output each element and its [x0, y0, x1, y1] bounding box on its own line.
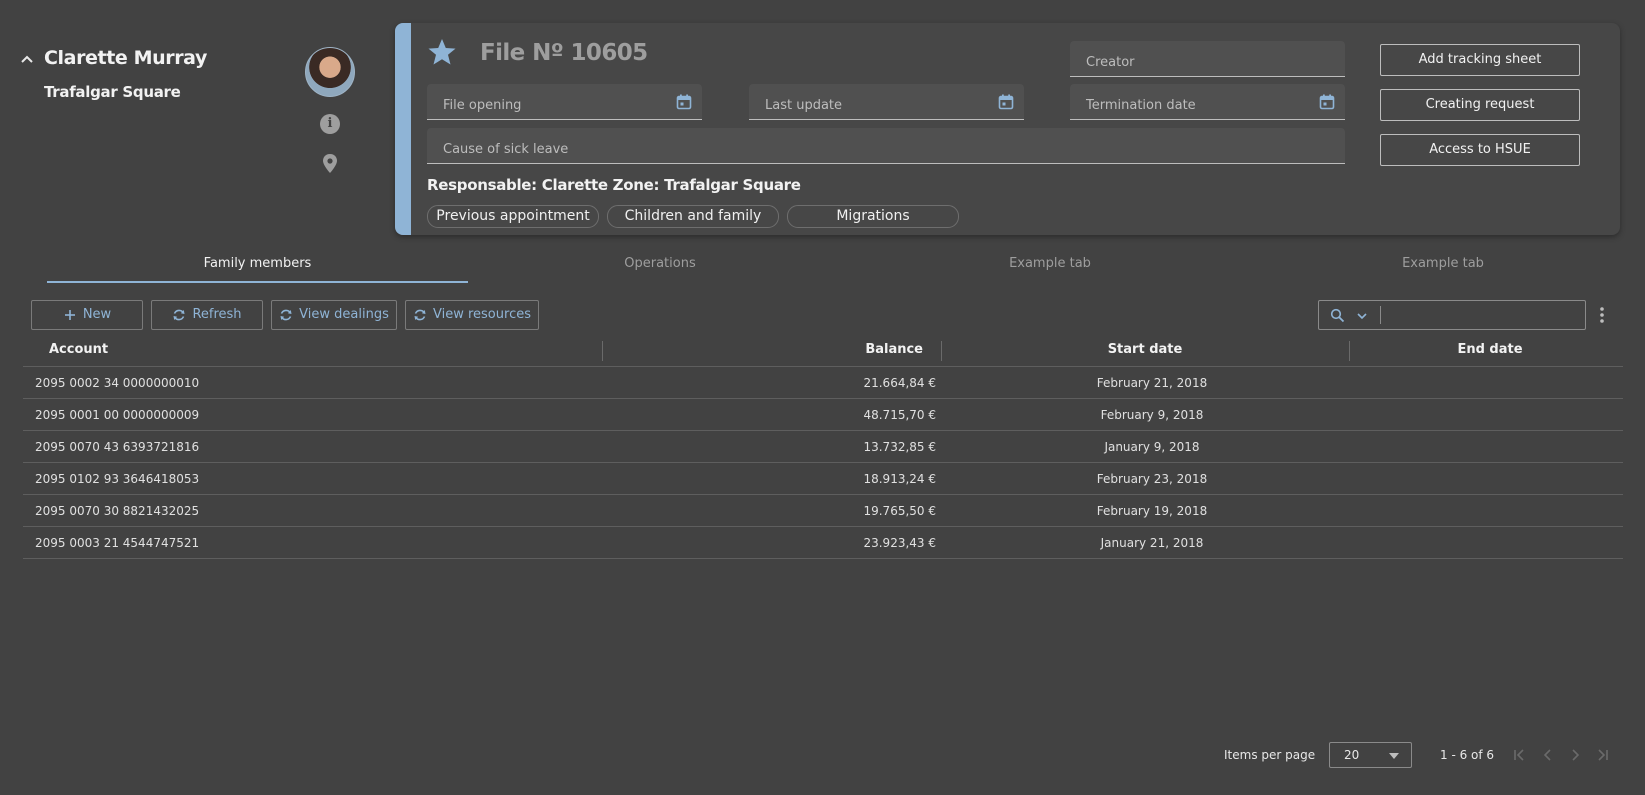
cell-account: 2095 0002 34 0000000010 [35, 376, 200, 390]
view-resources-button[interactable]: View resources [405, 300, 539, 330]
last-update-label: Last update [765, 98, 843, 113]
responsable-zone-line: Responsable: Clarette Zone: Trafalgar Sq… [427, 176, 801, 194]
creator-label: Creator [1086, 55, 1135, 70]
items-per-page-select[interactable]: 20 [1329, 742, 1412, 768]
view-dealings-button[interactable]: View dealings [271, 300, 397, 330]
person-name: Clarette Murray [44, 47, 207, 69]
cell-account: 2095 0001 00 0000000009 [35, 408, 200, 422]
add-tracking-sheet-button[interactable]: Add tracking sheet [1380, 44, 1580, 76]
cell-account: 2095 0003 21 4544747521 [35, 536, 200, 550]
refresh-icon [173, 309, 185, 321]
cell-start-date: February 23, 2018 [1096, 472, 1208, 486]
page-range: 1 - 6 of 6 [1440, 748, 1495, 762]
file-opening-label: File opening [443, 98, 522, 113]
cell-balance: 21.664,84 € [863, 376, 936, 390]
calendar-icon[interactable] [676, 94, 692, 110]
cell-start-date: February 19, 2018 [1096, 504, 1208, 518]
dropdown-caret-icon [1389, 753, 1399, 759]
view-dealings-label: View dealings [299, 307, 389, 322]
calendar-icon[interactable] [998, 94, 1014, 110]
access-hsue-button[interactable]: Access to HSUE [1380, 134, 1580, 166]
cell-balance: 23.923,43 € [863, 536, 936, 550]
table-row[interactable]: 2095 0102 93 3646418053 18.913,24 € Febr… [0, 463, 1645, 495]
column-header-start-date[interactable]: Start date [1045, 342, 1245, 357]
first-page-icon[interactable] [1512, 747, 1528, 763]
table-row[interactable]: 2095 0003 21 4544747521 23.923,43 € Janu… [0, 527, 1645, 559]
info-icon[interactable]: i [320, 114, 340, 134]
refresh-label: Refresh [192, 307, 242, 322]
last-page-icon[interactable] [1594, 747, 1610, 763]
more-options-icon[interactable] [1597, 305, 1607, 325]
last-update-field[interactable]: Last update [749, 84, 1024, 120]
cell-start-date: January 21, 2018 [1100, 536, 1204, 550]
items-per-page-value: 20 [1344, 748, 1360, 762]
cell-balance: 18.913,24 € [863, 472, 936, 486]
tab-operations[interactable]: Operations [460, 256, 860, 282]
previous-page-icon[interactable] [1540, 747, 1556, 763]
cause-field[interactable]: Cause of sick leave [427, 128, 1345, 164]
plus-icon [64, 310, 75, 320]
table-row[interactable]: 2095 0002 34 0000000010 21.664,84 € Febr… [0, 367, 1645, 399]
view-resources-label: View resources [433, 307, 531, 322]
column-divider[interactable] [941, 341, 942, 361]
table-row[interactable]: 2095 0001 00 0000000009 48.715,70 € Febr… [0, 399, 1645, 431]
table-row[interactable]: 2095 0070 43 6393721816 13.732,85 € Janu… [0, 431, 1645, 463]
search-box[interactable] [1318, 300, 1586, 330]
card-accent-bar [395, 23, 411, 235]
tab-example-1[interactable]: Example tab [850, 256, 1250, 282]
table-row[interactable]: 2095 0070 30 8821432025 19.765,50 € Febr… [0, 495, 1645, 527]
search-separator [1380, 306, 1381, 324]
chip-previous-appointment[interactable]: Previous appointment [427, 205, 599, 228]
column-header-account[interactable]: Account [49, 342, 108, 357]
column-header-balance[interactable]: Balance [780, 342, 923, 357]
refresh-button[interactable]: Refresh [151, 300, 263, 330]
tab-family-members[interactable]: Family members [47, 256, 468, 282]
cause-label: Cause of sick leave [443, 142, 569, 157]
items-per-page-label: Items per page [1224, 748, 1316, 762]
new-label: New [82, 307, 112, 322]
cell-balance: 48.715,70 € [863, 408, 936, 422]
file-opening-field[interactable]: File opening [427, 84, 702, 120]
location-pin-icon[interactable] [321, 153, 339, 175]
cell-start-date: February 21, 2018 [1096, 376, 1208, 390]
search-icon[interactable] [1330, 308, 1345, 323]
column-header-end-date[interactable]: End date [1390, 342, 1590, 357]
tab-example-2[interactable]: Example tab [1243, 256, 1643, 282]
file-title: File Nº 10605 [480, 40, 648, 66]
cell-account: 2095 0070 43 6393721816 [35, 440, 200, 454]
calendar-icon[interactable] [1319, 94, 1335, 110]
termination-date-field[interactable]: Termination date [1070, 84, 1345, 120]
refresh-icon [280, 309, 292, 321]
termination-date-label: Termination date [1086, 98, 1196, 113]
new-button[interactable]: New [31, 300, 143, 330]
next-page-icon[interactable] [1567, 747, 1583, 763]
cell-account: 2095 0070 30 8821432025 [35, 504, 200, 518]
avatar[interactable] [305, 47, 355, 97]
cell-balance: 19.765,50 € [863, 504, 936, 518]
cell-account: 2095 0102 93 3646418053 [35, 472, 200, 486]
active-tab-indicator [47, 281, 468, 283]
cell-balance: 13.732,85 € [863, 440, 936, 454]
file-card: File Nº 10605 Creator File opening Last … [395, 23, 1620, 235]
column-divider[interactable] [1349, 341, 1350, 361]
creator-field[interactable]: Creator [1070, 41, 1345, 77]
star-icon[interactable] [427, 37, 457, 67]
chevron-down-icon[interactable] [1356, 310, 1368, 322]
column-divider[interactable] [602, 341, 603, 361]
chevron-up-icon[interactable] [20, 52, 34, 66]
cell-start-date: February 9, 2018 [1100, 408, 1204, 422]
chip-children-and-family[interactable]: Children and family [607, 205, 779, 228]
refresh-icon [414, 309, 426, 321]
row-divider [23, 558, 1623, 559]
creating-request-button[interactable]: Creating request [1380, 89, 1580, 121]
person-zone: Trafalgar Square [44, 83, 181, 101]
chip-migrations[interactable]: Migrations [787, 205, 959, 228]
cell-start-date: January 9, 2018 [1104, 440, 1200, 454]
